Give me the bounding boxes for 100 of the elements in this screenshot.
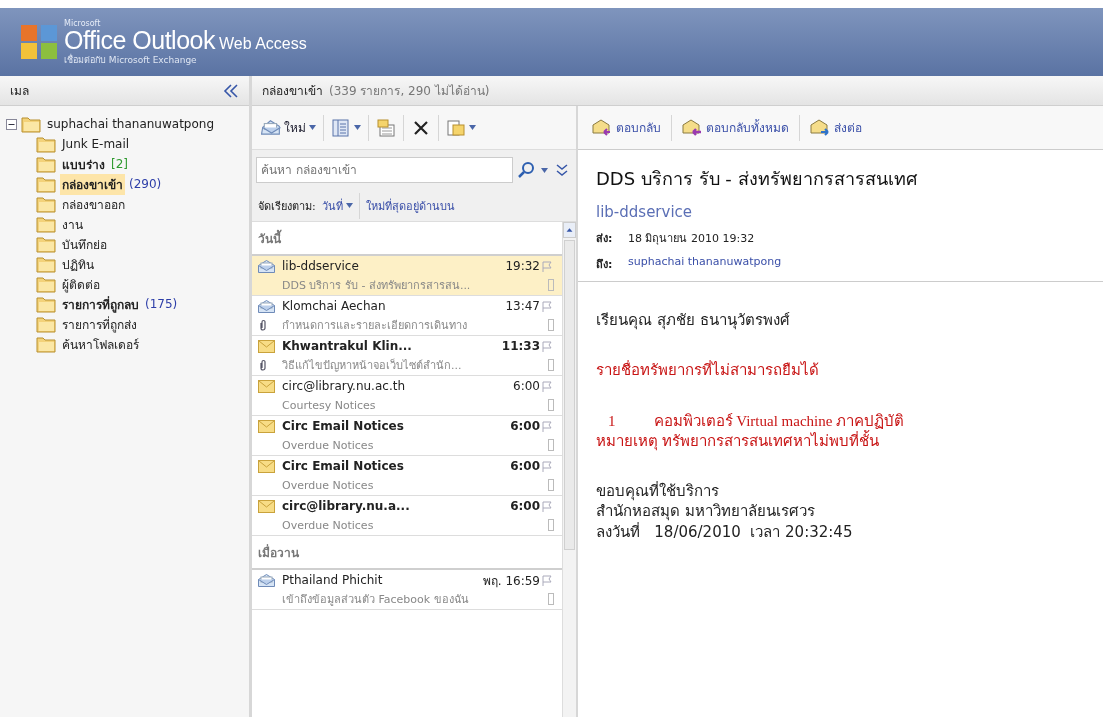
folder-item[interactable]: แบบร่าง: [60, 153, 107, 175]
message-preview: เข้าถึงข้อมูลส่วนตัว Facebook ของฉัน: [282, 592, 470, 608]
message-subject: DDS บริการ รับ - ส่งทรัพยากรสารสนเทศ: [596, 167, 918, 191]
message-time: 11:33: [501, 339, 540, 353]
message-preview: DDS บริการ รับ - ส่งทรัพยากรสารสน...: [282, 278, 472, 294]
folder-item[interactable]: ค้นหาโฟลเดอร์: [60, 333, 141, 355]
folder-item[interactable]: กล่องขาเข้า: [60, 173, 125, 195]
reply-all-icon: [682, 118, 702, 137]
search-field[interactable]: ค้นหา กล่องขาเข้า: [256, 157, 513, 183]
category-marker[interactable]: [548, 399, 554, 411]
sender-link[interactable]: lib-ddservice: [596, 203, 1085, 221]
body-text: สำนักหอสมุด มหาวิทยาลัยนเรศวร: [596, 501, 816, 522]
flag-icon[interactable]: [542, 500, 552, 512]
flag-icon[interactable]: [542, 460, 552, 472]
message-preview: Courtesy Notices: [282, 398, 377, 412]
category-marker[interactable]: [548, 359, 554, 371]
sender-name: Pthailand Phichit: [282, 573, 384, 587]
flag-icon[interactable]: [542, 420, 552, 432]
sender-name: Klomchai Aechan: [282, 299, 387, 313]
message-item[interactable]: Klomchai Aechan 13:47 กำหนดการและรายละเอียดการเดินทาง: [252, 296, 562, 336]
caret-icon: [309, 125, 316, 130]
collapse-icon[interactable]: [223, 83, 239, 98]
list-number: 1: [608, 411, 616, 431]
sender-name: Circ Email Notices: [282, 459, 405, 473]
message-time: 6:00: [510, 499, 540, 513]
to-label: ถึง:: [596, 257, 614, 273]
pane-title: เมล: [10, 83, 29, 100]
recipient-link[interactable]: suphachai thananuwatpong: [628, 255, 782, 273]
product-name: Office Outlook: [64, 27, 215, 53]
body-text: ลงวันที่ 18/06/2010 เวลา 20:32:45: [596, 521, 854, 542]
unread-count: [2]: [111, 157, 128, 171]
collapse-tree-icon[interactable]: [6, 118, 17, 130]
sort-order-link[interactable]: ใหม่ที่สุดอยู่ด้านบน: [365, 196, 455, 215]
message-time: พฤ. 16:59: [482, 572, 540, 590]
body-text: เรียนคุณ สุภชัย ธนานุวัตรพงศ์: [596, 310, 791, 331]
message-preview: วิธีแก้ไขปัญหาหน้าจอเว็บไซต์สำนัก...: [282, 357, 463, 374]
message-item[interactable]: Pthailand Phichit พฤ. 16:59 เข้าถึงข้อมูลส่วนตัว Facebook ของฉัน: [252, 570, 562, 610]
message-preview: Overdue Notices: [282, 518, 375, 532]
category-marker[interactable]: [548, 319, 554, 331]
folder-item[interactable]: รายการที่ถูกส่ง: [60, 313, 139, 335]
sent-label: ส่ง:: [596, 231, 614, 247]
caret-icon: [354, 125, 361, 130]
message-item[interactable]: lib-ddservice 19:32 DDS บริการ รับ - ส่งทรัพยากรสารสน...: [252, 256, 562, 296]
brand-text: Microsoft: [64, 19, 102, 28]
folder-icon: [36, 255, 56, 273]
caret-icon[interactable]: [541, 167, 548, 173]
reply-all-button[interactable]: ตอบกลับทั้งหมด: [676, 114, 795, 141]
category-marker[interactable]: [548, 593, 554, 605]
message-preview: Overdue Notices: [282, 438, 375, 452]
folder-item[interactable]: ผู้ติดต่อ: [60, 273, 102, 295]
category-marker[interactable]: [548, 279, 554, 291]
body-text: รายชื่อทรัพยากรที่ไม่สามารถยืมได้: [596, 360, 820, 381]
folder-envelope-icon: [376, 118, 396, 137]
body-text: ขอบคุณที่ใช้บริการ: [596, 481, 720, 502]
folder-icon: [36, 275, 56, 293]
account-name[interactable]: suphachai thananuwatpong: [45, 116, 217, 132]
flag-icon[interactable]: [542, 380, 552, 392]
folder-item[interactable]: ปฏิทิน: [60, 253, 96, 275]
sender-name: lib-ddservice: [282, 259, 360, 273]
new-button[interactable]: ใหม่: [256, 114, 321, 141]
message-item[interactable]: Circ Email Notices 6:00 Overdue Notices: [252, 456, 562, 496]
document-icon: [446, 118, 466, 137]
folder-item[interactable]: Junk E-mail: [60, 136, 132, 152]
folder-title: กล่องขาเข้า: [262, 83, 323, 100]
folder-icon: [36, 135, 56, 153]
folder-icon: [36, 155, 56, 173]
folder-icon: [36, 315, 56, 333]
category-marker[interactable]: [548, 439, 554, 451]
reply-button[interactable]: ตอบกลับ: [586, 114, 667, 141]
message-time: 6:00: [510, 419, 540, 433]
message-item[interactable]: Khwantrakul Klin... 11:33 วิธีแก้ไขปัญหาหน้าจอเว็บไซต์สำนัก...: [252, 336, 562, 376]
forward-button[interactable]: ส่งต่อ: [804, 114, 868, 141]
header-subtitle: เชื่อมต่อกับ Microsoft Exchange: [64, 55, 198, 65]
flag-icon[interactable]: [542, 260, 552, 272]
unread-count: (175): [145, 297, 178, 311]
folder-item[interactable]: กล่องขาออก: [60, 193, 127, 215]
folder-item[interactable]: รายการที่ถูกลบ: [60, 293, 141, 315]
folder-item[interactable]: งาน: [60, 213, 85, 235]
folder-item[interactable]: บันทึกย่อ: [60, 233, 109, 255]
message-item[interactable]: Circ Email Notices 6:00 Overdue Notices: [252, 416, 562, 456]
flag-icon[interactable]: [542, 574, 552, 586]
caret-icon: [469, 125, 476, 130]
message-preview: Overdue Notices: [282, 478, 375, 492]
scrollbar[interactable]: [562, 222, 576, 717]
message-item[interactable]: circ@library.nu.ac.th 6:00 Courtesy Notices: [252, 376, 562, 416]
category-marker[interactable]: [548, 519, 554, 531]
scroll-up-icon[interactable]: [563, 222, 576, 238]
flag-icon[interactable]: [542, 300, 552, 312]
folder-icon: [21, 115, 41, 133]
message-item[interactable]: circ@library.nu.a... 6:00 Overdue Notices: [252, 496, 562, 536]
folder-icon: [36, 295, 56, 313]
flag-icon[interactable]: [542, 340, 552, 352]
category-marker[interactable]: [548, 479, 554, 491]
message-time: 6:00: [510, 459, 540, 473]
folder-icon: [36, 335, 56, 353]
body-text: หมายเหตุ ทรัพยากรสารสนเทศหาไม่พบที่ชั้น: [596, 430, 1085, 451]
search-icon[interactable]: [517, 161, 537, 179]
sent-date: 18 มิถุนายน 2010 19:32: [628, 231, 755, 247]
item-count: (339 รายการ, 290 ไม่ได้อ่าน): [329, 83, 490, 100]
sort-field-dropdown[interactable]: วันที่: [321, 196, 353, 215]
